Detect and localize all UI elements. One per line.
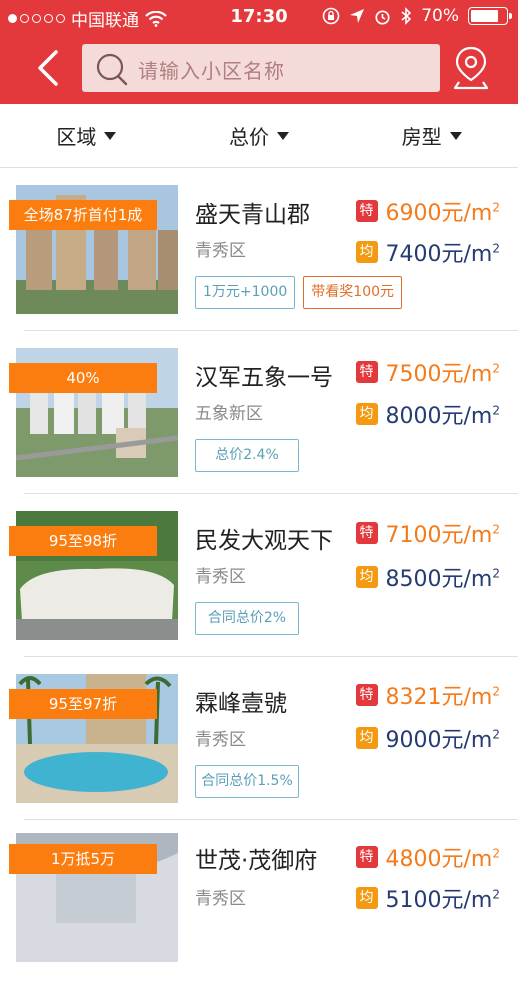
filter-room-type-dropdown[interactable]: 房型 xyxy=(345,104,518,167)
listing-district: 五象新区 xyxy=(195,404,263,424)
listing-name: 世茂·茂御府 xyxy=(195,848,318,874)
app-header: 中国联通 17:30 70% 请输入小区名称 xyxy=(0,0,518,104)
listing-district: 青秀区 xyxy=(195,730,246,750)
filter-label: 房型 xyxy=(401,125,442,149)
map-location-icon[interactable] xyxy=(452,44,490,92)
search-placeholder: 请输入小区名称 xyxy=(138,59,285,83)
filter-total-price-dropdown[interactable]: 总价 xyxy=(173,104,346,167)
listing-tag: 合同总价2% xyxy=(195,602,299,635)
special-price-badge: 特 xyxy=(355,200,378,222)
alarm-icon xyxy=(375,9,390,25)
filter-label: 总价 xyxy=(229,125,269,149)
promo-ribbon: 95至97折 xyxy=(9,689,157,719)
battery-percent: 70% xyxy=(421,6,459,26)
status-bar: 中国联通 17:30 70% xyxy=(0,0,518,34)
filter-label: 区域 xyxy=(56,125,97,149)
average-price-badge: 均 xyxy=(355,887,378,909)
caret-down-icon xyxy=(449,131,462,140)
special-price: 8321元/m2 xyxy=(385,684,500,710)
average-price: 5100元/m2 xyxy=(385,887,500,913)
listing-item[interactable]: 95至97折 霖峰壹號 青秀区 合同总价1.5% 特 8321元/m2 均 90… xyxy=(0,657,518,820)
listing-item[interactable]: 全场87折首付1成 盛天青山郡 青秀区 1万元+1000 带看奖100元 特 6… xyxy=(0,168,518,331)
special-price: 7100元/m2 xyxy=(385,522,500,548)
filter-bar: 区域 总价 房型 xyxy=(0,104,518,168)
promo-ribbon: 40% xyxy=(9,363,157,393)
caret-down-icon xyxy=(104,131,117,140)
listing-district: 青秀区 xyxy=(195,241,246,261)
listing-item[interactable]: 40% 汉军五象一号 五象新区 总价2.4% 特 7500元/m2 均 8000… xyxy=(0,331,518,494)
battery-icon xyxy=(468,7,512,25)
search-icon xyxy=(96,53,128,86)
location-arrow-icon xyxy=(350,9,365,23)
promo-ribbon: 1万抵5万 xyxy=(9,844,157,874)
promo-ribbon: 95至98折 xyxy=(9,526,157,556)
special-price-badge: 特 xyxy=(355,684,378,706)
caret-down-icon xyxy=(277,131,289,140)
average-price: 9000元/m2 xyxy=(385,727,500,753)
back-chevron-icon[interactable] xyxy=(28,46,68,90)
listing-district: 青秀区 xyxy=(195,567,246,587)
special-price: 6900元/m2 xyxy=(385,200,500,226)
search-input[interactable]: 请输入小区名称 xyxy=(82,44,440,92)
listing-tag: 带看奖100元 xyxy=(303,276,403,309)
average-price-badge: 均 xyxy=(355,727,378,749)
listing-name: 霖峰壹號 xyxy=(195,691,287,717)
listing-name: 盛天青山郡 xyxy=(195,202,310,228)
listing-item[interactable]: 1万抵5万 世茂·茂御府 青秀区 特 4800元/m2 均 5100元/m2 xyxy=(0,820,518,983)
special-price: 7500元/m2 xyxy=(385,361,500,387)
rotation-lock-icon xyxy=(322,7,340,25)
listing-tag: 总价2.4% xyxy=(195,439,299,472)
filter-region-dropdown[interactable]: 区域 xyxy=(0,104,173,167)
listing-tag: 1万元+1000 xyxy=(195,276,296,309)
average-price-badge: 均 xyxy=(355,241,378,263)
listing-name: 民发大观天下 xyxy=(195,528,333,554)
listing-item[interactable]: 95至98折 民发大观天下 青秀区 合同总价2% 特 7100元/m2 均 85… xyxy=(0,494,518,657)
promo-ribbon: 全场87折首付1成 xyxy=(9,200,157,230)
listing-name: 汉军五象一号 xyxy=(195,365,333,391)
bluetooth-icon xyxy=(401,7,412,25)
listing-tag: 合同总价1.5% xyxy=(195,765,299,798)
special-price-badge: 特 xyxy=(355,522,378,544)
average-price: 8500元/m2 xyxy=(385,566,500,592)
average-price-badge: 均 xyxy=(355,566,378,588)
listing-district: 青秀区 xyxy=(195,889,246,909)
average-price: 7400元/m2 xyxy=(385,241,500,267)
average-price-badge: 均 xyxy=(355,403,378,425)
special-price-badge: 特 xyxy=(355,361,378,383)
special-price: 4800元/m2 xyxy=(385,846,500,872)
average-price: 8000元/m2 xyxy=(385,403,500,429)
special-price-badge: 特 xyxy=(355,846,378,868)
